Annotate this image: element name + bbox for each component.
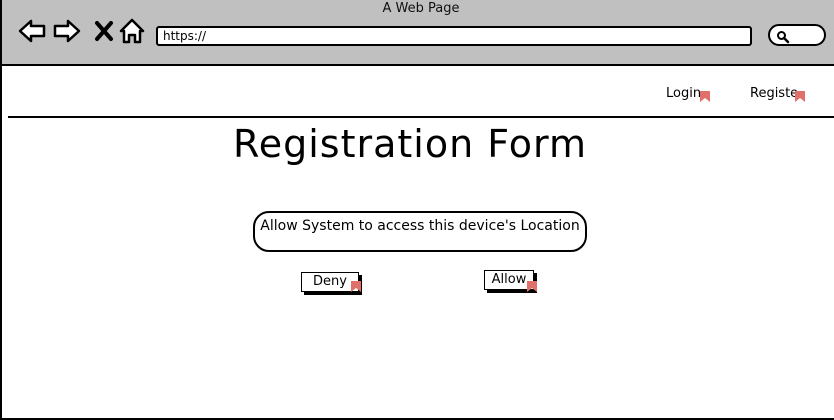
- location-permission-prompt: Allow System to access this device's Loc…: [253, 211, 587, 252]
- login-link-marker-icon: [700, 91, 710, 102]
- header-divider: [8, 116, 834, 118]
- address-bar[interactable]: https://: [156, 26, 752, 46]
- login-link[interactable]: Login: [666, 86, 701, 101]
- register-link-marker-icon: [795, 91, 805, 102]
- search-field[interactable]: [768, 24, 826, 46]
- search-icon: [776, 29, 790, 48]
- home-icon[interactable]: [119, 17, 147, 45]
- page-title: Registration Form: [233, 122, 587, 166]
- address-bar-value: https://: [163, 29, 207, 43]
- close-icon[interactable]: [91, 17, 119, 45]
- back-arrow-icon[interactable]: [18, 17, 46, 45]
- location-permission-text: Allow System to access this device's Loc…: [260, 218, 580, 234]
- allow-button-label: Allow: [491, 272, 527, 287]
- forward-arrow-icon[interactable]: [53, 17, 81, 45]
- deny-button-marker-icon: [351, 281, 361, 292]
- allow-button-marker-icon: [527, 281, 537, 292]
- browser-toolbar: A Web Page https://: [2, 0, 834, 66]
- browser-window: A Web Page https:// Login Registe Regist…: [0, 0, 834, 420]
- register-link[interactable]: Registe: [750, 86, 798, 101]
- window-title: A Web Page: [382, 1, 460, 16]
- deny-button-label: Deny: [313, 274, 347, 289]
